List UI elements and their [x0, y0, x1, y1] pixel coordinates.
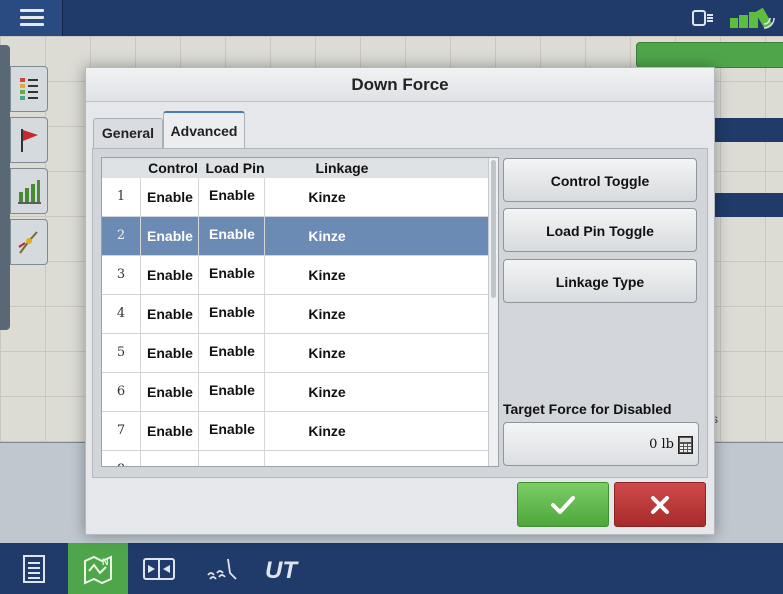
- row-number: 1: [116, 189, 126, 204]
- table-row[interactable]: 4 Enable Enable Kinze: [102, 295, 488, 334]
- legend-icon: [20, 78, 38, 100]
- layer-legend-tool[interactable]: [10, 66, 48, 112]
- target-force-label: Target Force for Disabled: [503, 401, 672, 417]
- flag-icon: [21, 129, 38, 152]
- tab-advanced[interactable]: Advanced: [163, 111, 245, 151]
- control-cell: [140, 451, 199, 466]
- report-button[interactable]: [5, 543, 63, 594]
- table-row-selected[interactable]: 2 Enable Enable Kinze: [102, 217, 488, 256]
- right-panel-stripe: [714, 193, 783, 217]
- hamburger-menu-icon: [20, 9, 44, 12]
- row-unit-table: Control Load Pin Linkage 1 Enable Enable…: [101, 157, 499, 467]
- load-pin-cell: Enable: [198, 373, 265, 411]
- guidance-icon: [18, 231, 38, 254]
- mapping-icon: N: [84, 554, 112, 585]
- control-cell: Enable: [140, 412, 199, 450]
- linkage-cell: Kinze: [264, 373, 389, 411]
- mapping-button[interactable]: N: [68, 543, 128, 594]
- calculator-icon[interactable]: [678, 436, 693, 454]
- table-body: 1 Enable Enable Kinze 2 Enable Enable Ki…: [102, 178, 488, 466]
- control-cell: Enable: [140, 334, 199, 372]
- table-row[interactable]: 5 Enable Enable Kinze: [102, 334, 488, 373]
- linkage-cell: Kinze: [264, 295, 389, 333]
- control-cell: Enable: [140, 178, 199, 216]
- gps-satellite-icon[interactable]: [728, 4, 778, 32]
- ut-button[interactable]: UT: [252, 543, 310, 594]
- svg-text:UT: UT: [265, 557, 299, 582]
- table-row[interactable]: 8: [102, 451, 488, 466]
- report-icon: [23, 554, 45, 583]
- down-force-dialog: Down Force General Advanced Control Load…: [85, 67, 715, 535]
- table-row[interactable]: 3 Enable Enable Kinze: [102, 256, 488, 295]
- top-bar: [0, 0, 783, 37]
- control-cell: Enable: [140, 217, 199, 255]
- planting-icon: [207, 558, 237, 580]
- close-icon: [651, 495, 669, 514]
- row-number: 3: [116, 267, 126, 282]
- control-cell: Enable: [140, 295, 199, 333]
- linkage-type-button[interactable]: Linkage Type: [503, 259, 697, 303]
- table-header: Control Load Pin Linkage: [102, 158, 498, 179]
- linkage-cell: Kinze: [264, 178, 389, 216]
- split-screen-button[interactable]: [130, 543, 188, 594]
- load-pin-toggle-button[interactable]: Load Pin Toggle: [503, 208, 697, 252]
- dialog-title: Down Force: [86, 68, 714, 102]
- ut-icon: UT: [265, 557, 299, 582]
- menu-button[interactable]: [0, 0, 63, 36]
- svg-text:N: N: [102, 557, 109, 567]
- linkage-cell: Kinze: [264, 412, 389, 450]
- control-cell: Enable: [140, 373, 199, 411]
- row-number: 2: [116, 228, 126, 243]
- load-pin-cell: Enable: [198, 295, 265, 333]
- load-pin-cell: Enable: [198, 412, 265, 450]
- split-screen-icon: [143, 557, 175, 580]
- row-number: 5: [116, 345, 126, 360]
- target-force-value: 0 lb: [649, 437, 674, 452]
- linkage-cell: Kinze: [264, 256, 389, 294]
- cancel-button[interactable]: [614, 482, 706, 527]
- load-pin-cell: Enable: [198, 334, 265, 372]
- left-tool-rail: [0, 45, 10, 330]
- table-scrollbar[interactable]: [488, 158, 498, 466]
- bottom-nav-bar: N UT: [0, 543, 783, 594]
- row-number: 7: [116, 423, 126, 438]
- table-row[interactable]: 7 Enable Enable Kinze: [102, 412, 488, 451]
- scrollbar-thumb[interactable]: [491, 160, 496, 298]
- bar-chart-icon: [18, 180, 41, 204]
- advanced-panel: Control Load Pin Linkage 1 Enable Enable…: [92, 148, 708, 478]
- row-number: 6: [116, 384, 126, 399]
- display-connection-icon[interactable]: [692, 7, 714, 29]
- row-number: 8: [102, 451, 140, 466]
- column-header-control: Control: [148, 160, 198, 176]
- column-header-linkage: Linkage: [315, 160, 369, 176]
- table-row[interactable]: 6 Enable Enable Kinze: [102, 373, 488, 412]
- column-header-number: [102, 158, 140, 178]
- chart-tool[interactable]: [10, 168, 48, 214]
- control-toggle-button[interactable]: Control Toggle: [503, 158, 697, 202]
- planting-button[interactable]: [192, 543, 250, 594]
- load-pin-cell: [198, 451, 265, 466]
- target-force-field[interactable]: 0 lb: [503, 422, 699, 466]
- load-pin-cell: Enable: [198, 217, 265, 255]
- tab-general[interactable]: General: [93, 118, 163, 148]
- linkage-cell: [264, 451, 389, 466]
- flag-tool[interactable]: [10, 117, 48, 163]
- screen: s N UT Down Force General Advanced Contr…: [0, 0, 783, 594]
- hamburger-menu-icon-bar: [20, 16, 44, 19]
- hamburger-menu-icon-bar: [20, 23, 44, 26]
- column-header-load-pin: Load Pin: [205, 160, 265, 176]
- row-number: 4: [116, 306, 126, 321]
- load-pin-cell: Enable: [198, 256, 265, 294]
- right-panel-stripe: [714, 118, 783, 142]
- control-cell: Enable: [140, 256, 199, 294]
- checkmark-icon: [551, 495, 575, 514]
- ok-button[interactable]: [517, 482, 609, 527]
- guidance-tool[interactable]: [10, 219, 48, 265]
- linkage-cell: Kinze: [264, 334, 389, 372]
- linkage-cell: Kinze: [264, 217, 389, 255]
- status-tab[interactable]: [636, 42, 783, 68]
- load-pin-cell: Enable: [198, 178, 265, 216]
- table-row[interactable]: 1 Enable Enable Kinze: [102, 178, 488, 217]
